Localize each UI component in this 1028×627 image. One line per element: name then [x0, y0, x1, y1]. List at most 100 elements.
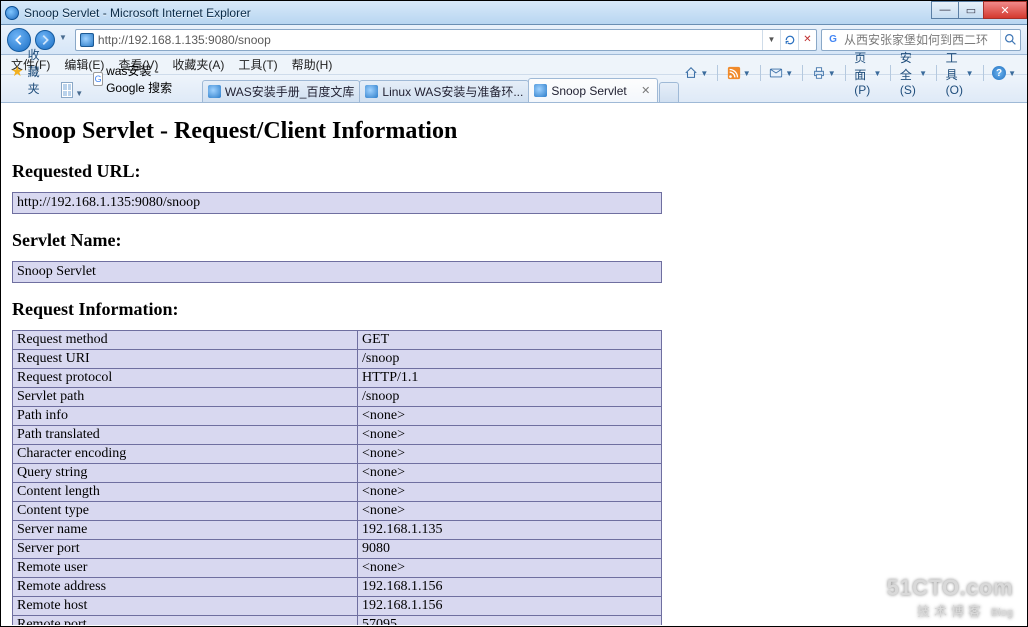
request-info-value: /snoop	[358, 388, 662, 407]
request-info-value: 9080	[358, 540, 662, 559]
tools-menu[interactable]: 工具(O) ▼	[941, 47, 979, 99]
favorites-grid-button[interactable]	[61, 82, 73, 98]
table-row: Remote address192.168.1.156	[13, 578, 662, 597]
close-button[interactable]: ✕	[983, 1, 1027, 19]
request-info-value: GET	[358, 331, 662, 350]
tab-favicon	[208, 85, 221, 98]
request-info-value: <none>	[358, 407, 662, 426]
request-info-key: Remote port	[13, 616, 358, 626]
request-info-value: 192.168.1.156	[358, 578, 662, 597]
menu-tools[interactable]: 工具(T)	[232, 54, 283, 75]
page-title: Snoop Servlet - Request/Client Informati…	[12, 118, 1016, 145]
request-info-heading: Request Information:	[12, 299, 1016, 320]
table-row: Content type<none>	[13, 502, 662, 521]
table-row: Character encoding<none>	[13, 445, 662, 464]
request-info-key: Content type	[13, 502, 358, 521]
tab-close-icon[interactable]: ✕	[639, 84, 652, 97]
tab-label: Linux WAS安装与准备环...	[382, 83, 523, 100]
request-info-value: 192.168.1.135	[358, 521, 662, 540]
request-info-value: <none>	[358, 445, 662, 464]
tab-favicon	[365, 85, 378, 98]
help-icon: ?	[992, 66, 1006, 80]
help-button[interactable]: ? ▼	[987, 64, 1021, 82]
request-info-key: Remote address	[13, 578, 358, 597]
request-info-value: <none>	[358, 483, 662, 502]
home-icon	[684, 66, 698, 80]
table-row: Servlet path/snoop	[13, 388, 662, 407]
request-info-key: Server port	[13, 540, 358, 559]
menu-help[interactable]: 帮助(H)	[286, 54, 339, 75]
request-info-key: Request URI	[13, 350, 358, 369]
page-content: Snoop Servlet - Request/Client Informati…	[2, 104, 1026, 625]
command-bar: ▼ ▼ ▼ ▼ 页面(P) ▼ 安全(S) ▼ 工具(O) ▼	[679, 47, 1023, 99]
request-info-key: Request protocol	[13, 369, 358, 388]
page-viewport[interactable]: Snoop Servlet - Request/Client Informati…	[2, 104, 1026, 625]
page-menu[interactable]: 页面(P) ▼	[849, 47, 886, 99]
search-engine-icon: G	[826, 33, 840, 47]
request-info-value: <none>	[358, 464, 662, 483]
table-row: Remote port57095	[13, 616, 662, 626]
request-info-table: Request methodGETRequest URI/snoopReques…	[12, 330, 662, 625]
mail-icon	[769, 66, 783, 80]
tools-menu-label: 工具(O)	[946, 49, 964, 97]
table-row: Remote user<none>	[13, 559, 662, 578]
address-text[interactable]: http://192.168.1.135:9080/snoop	[98, 33, 762, 47]
requested-url-heading: Requested URL:	[12, 161, 1016, 182]
tab-strip: WAS安装手册_百度文库 Linux WAS安装与准备环... Snoop Serv…	[202, 78, 680, 102]
table-row: Path info<none>	[13, 407, 662, 426]
tab-favicon	[534, 84, 547, 97]
page-menu-label: 页面(P)	[854, 49, 871, 97]
table-row: Request protocolHTTP/1.1	[13, 369, 662, 388]
table-row: Request URI/snoop	[13, 350, 662, 369]
tab-label: Snoop Servlet	[551, 84, 635, 98]
feeds-button[interactable]: ▼	[722, 64, 756, 82]
favorites-quick-link[interactable]: G was安装 - Google 搜索	[87, 59, 196, 99]
table-row: Request methodGET	[13, 331, 662, 350]
request-info-value: 57095	[358, 616, 662, 626]
minimize-button[interactable]: —	[931, 1, 959, 19]
table-row: Server port9080	[13, 540, 662, 559]
servlet-name-heading: Servlet Name:	[12, 230, 1016, 251]
google-icon: G	[93, 72, 103, 86]
maximize-button[interactable]: ▭	[958, 1, 984, 19]
request-info-key: Servlet path	[13, 388, 358, 407]
tab-bar: ★ 收藏夹 ▼ G was安装 - Google 搜索 WAS安装手册_百度文库…	[1, 75, 1027, 103]
site-icon	[80, 33, 94, 47]
print-button[interactable]: ▼	[807, 64, 841, 82]
request-info-key: Remote host	[13, 597, 358, 616]
browser-tab[interactable]: WAS安装手册_百度文库	[202, 80, 361, 102]
star-icon: ★	[11, 63, 24, 80]
request-info-value: 192.168.1.156	[358, 597, 662, 616]
home-button[interactable]: ▼	[679, 64, 713, 82]
safety-menu-label: 安全(S)	[900, 49, 917, 97]
new-tab-button[interactable]	[659, 82, 679, 102]
rss-icon	[727, 66, 741, 80]
safety-menu[interactable]: 安全(S) ▼	[895, 47, 932, 99]
request-info-key: Query string	[13, 464, 358, 483]
print-icon	[812, 66, 826, 80]
browser-tab[interactable]: Snoop Servlet ✕	[528, 78, 658, 102]
ie-icon	[5, 6, 19, 20]
request-info-key: Remote user	[13, 559, 358, 578]
request-info-value: <none>	[358, 426, 662, 445]
favorites-label: 收藏夹	[28, 46, 47, 97]
browser-tab[interactable]: Linux WAS安装与准备环...	[359, 80, 529, 102]
favorites-button[interactable]: ★ 收藏夹	[5, 44, 52, 99]
requested-url-value: http://192.168.1.135:9080/snoop	[13, 193, 662, 214]
nav-history-dropdown[interactable]: ▼	[59, 33, 67, 42]
table-row: Server name192.168.1.135	[13, 521, 662, 540]
request-info-key: Request method	[13, 331, 358, 350]
request-info-value: HTTP/1.1	[358, 369, 662, 388]
table-row: Path translated<none>	[13, 426, 662, 445]
request-info-value: /snoop	[358, 350, 662, 369]
request-info-key: Content length	[13, 483, 358, 502]
request-info-key: Character encoding	[13, 445, 358, 464]
window-titlebar: Snoop Servlet - Microsoft Internet Explo…	[1, 1, 1027, 25]
search-text[interactable]: 从西安张家堡如何到西二环	[844, 31, 1000, 48]
favorites-quick-label: was安装 - Google 搜索	[106, 62, 187, 96]
request-info-value: <none>	[358, 559, 662, 578]
favorites-grid-dropdown[interactable]: ▼	[75, 89, 83, 98]
mail-button[interactable]: ▼	[764, 64, 798, 82]
tab-label: WAS安装手册_百度文库	[225, 83, 355, 100]
table-row: Remote host192.168.1.156	[13, 597, 662, 616]
